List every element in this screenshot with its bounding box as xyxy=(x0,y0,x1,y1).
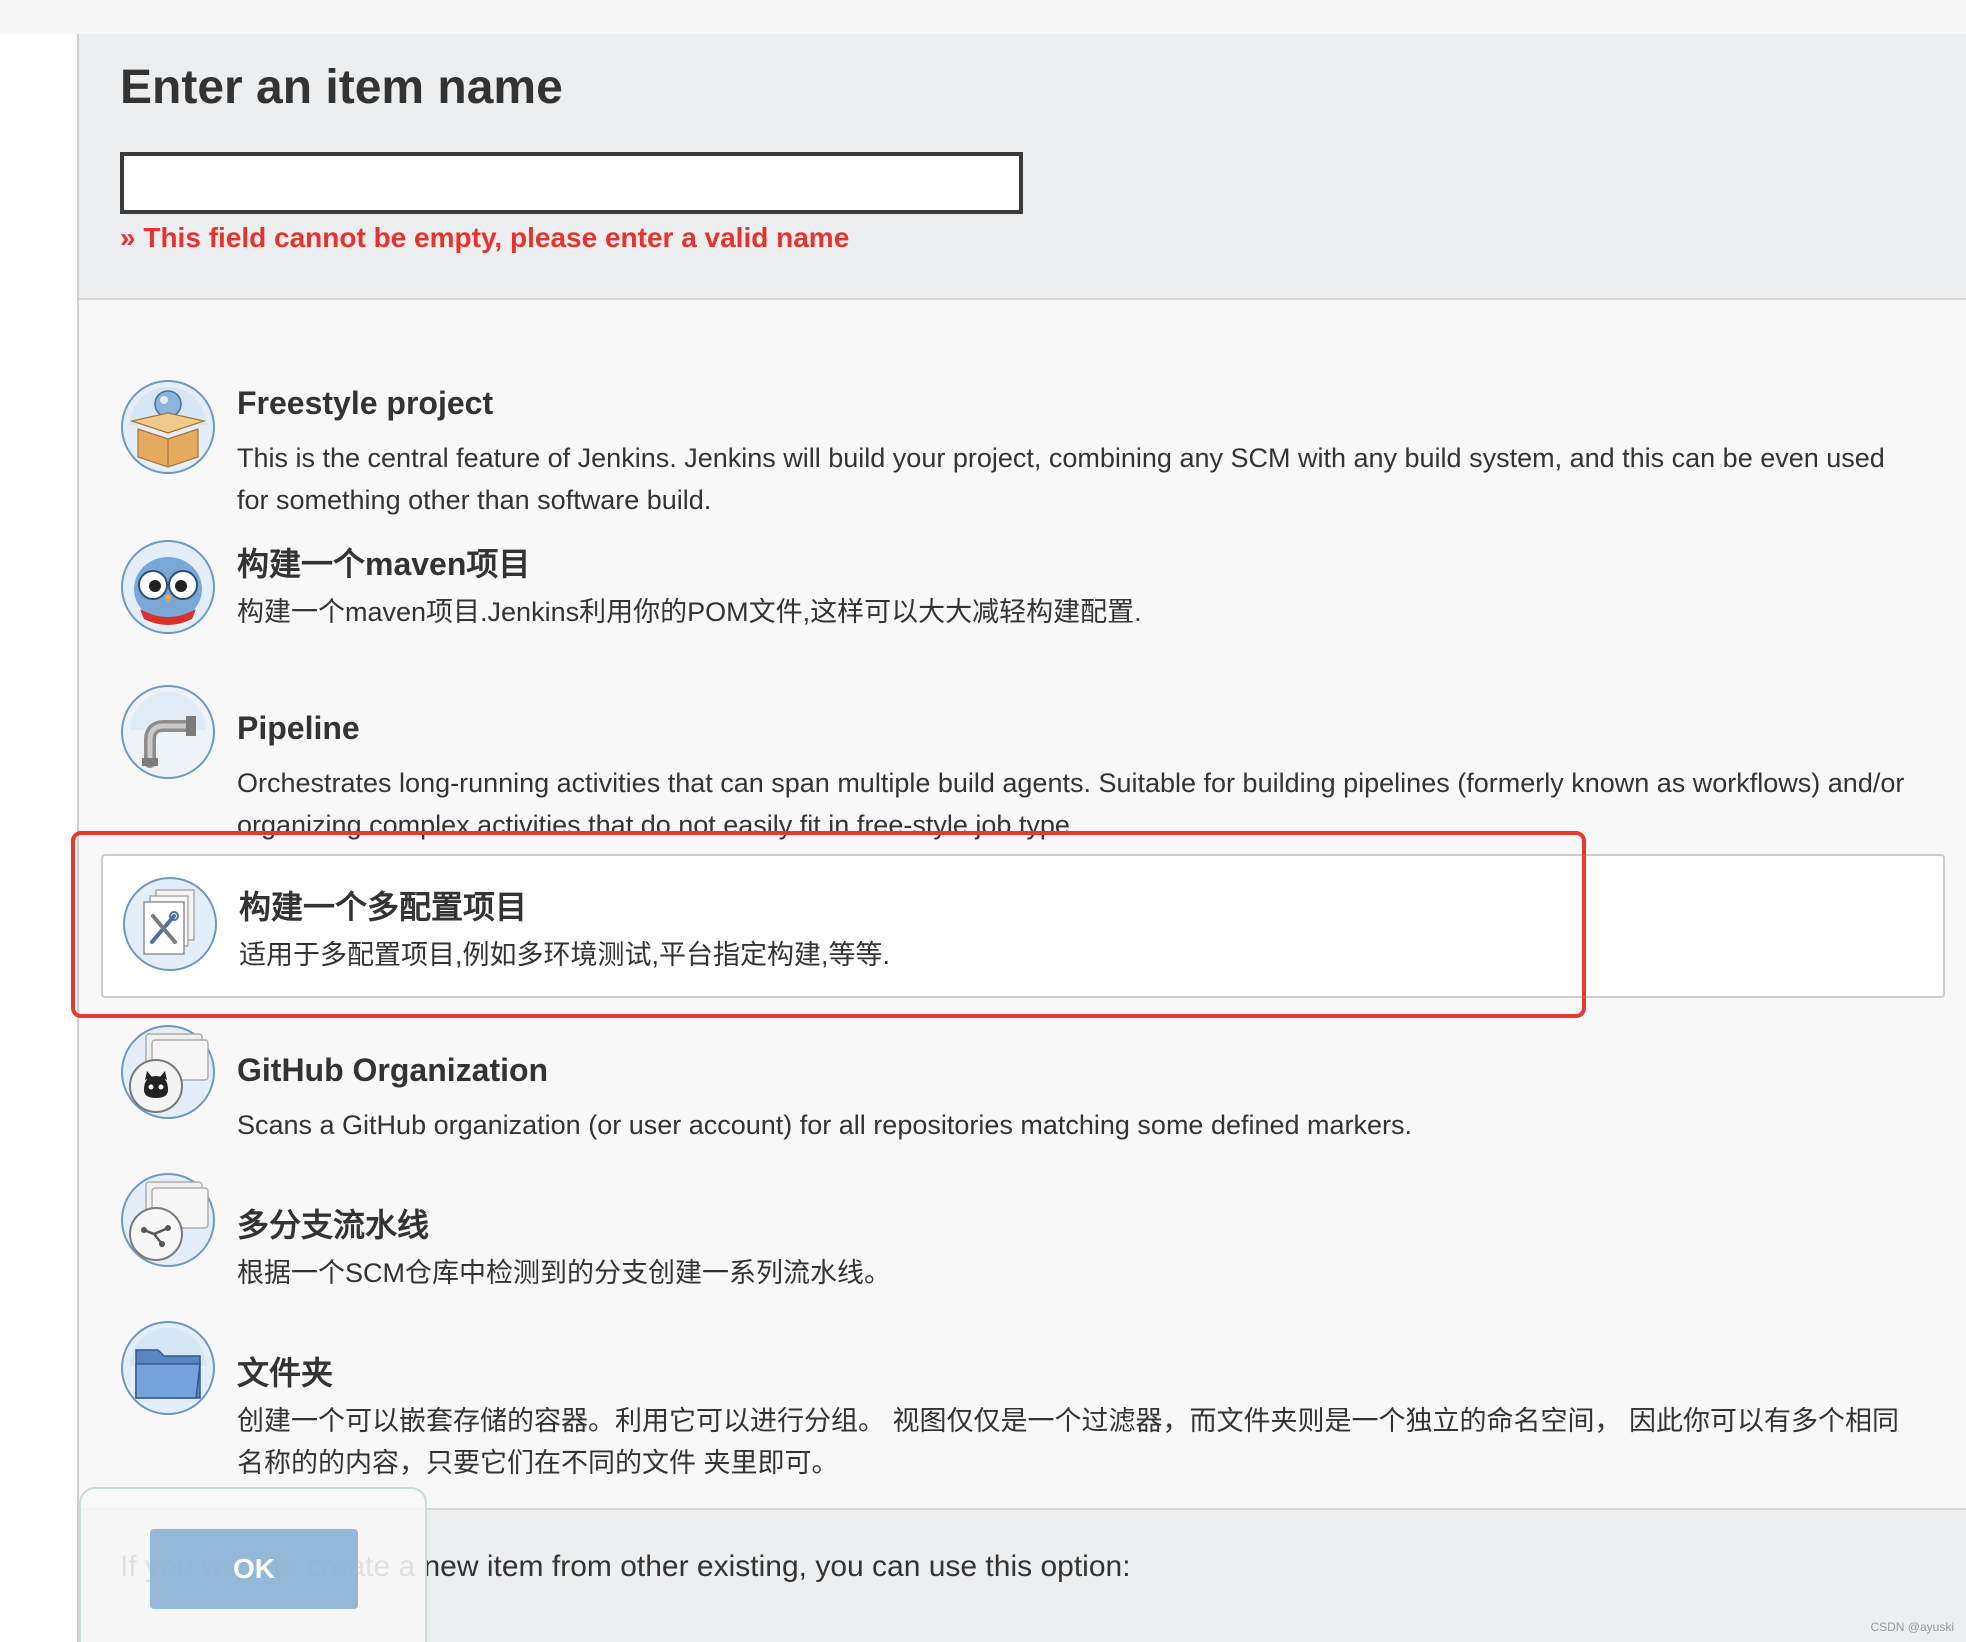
watermark: CSDN @ayuski xyxy=(1870,1620,1954,1634)
pipeline-pipe-icon xyxy=(120,684,216,780)
item-name-section: Enter an item name » This field cannot b… xyxy=(79,34,1966,300)
item-type-freestyle[interactable]: Freestyle project This is the central fe… xyxy=(101,345,1945,515)
item-description: 构建一个maven项目.Jenkins利用你的POM文件,这样可以大大减轻构建配… xyxy=(237,597,1142,627)
item-title: 构建一个多配置项目 xyxy=(239,889,528,925)
item-description: Scans a GitHub organization (or user acc… xyxy=(237,1110,1413,1140)
multibranch-pipeline-icon xyxy=(120,1172,216,1268)
multi-config-icon xyxy=(122,876,218,972)
item-description: 根据一个SCM仓库中检测到的分支创建一系列流水线。 xyxy=(237,1258,891,1288)
freestyle-box-icon xyxy=(120,379,216,475)
folder-icon xyxy=(120,1320,216,1416)
top-strip xyxy=(0,0,1966,34)
item-title: GitHub Organization xyxy=(237,1052,549,1088)
validation-error: » This field cannot be empty, please ent… xyxy=(120,222,850,253)
item-type-maven[interactable]: 构建一个maven项目 构建一个maven项目.Jenkins利用你的POM文件… xyxy=(101,529,1945,639)
item-type-multi-config[interactable]: 构建一个多配置项目 适用于多配置项目,例如多环境测试,平台指定构建,等等. xyxy=(101,854,1945,998)
page-title: Enter an item name xyxy=(120,61,563,114)
item-name-input[interactable] xyxy=(120,152,1023,214)
item-title: 多分支流水线 xyxy=(237,1207,430,1243)
item-title: 构建一个maven项目 xyxy=(237,546,531,582)
item-description: 创建一个可以嵌套存储的容器。利用它可以进行分组。 视图仅仅是一个过滤器，而文件夹… xyxy=(237,1406,1900,1478)
item-type-folder[interactable]: 文件夹 创建一个可以嵌套存储的容器。利用它可以进行分组。 视图仅仅是一个过滤器，… xyxy=(101,1320,1945,1480)
item-type-multibranch-pipeline[interactable]: 多分支流水线 根据一个SCM仓库中检测到的分支创建一系列流水线。 xyxy=(101,1172,1945,1292)
item-description: Orchestrates long-running activities tha… xyxy=(237,768,1905,840)
item-type-github-organization[interactable]: GitHub Organization Scans a GitHub organ… xyxy=(101,1024,1945,1144)
github-organization-icon xyxy=(120,1024,216,1120)
item-description: 适用于多配置项目,例如多环境测试,平台指定构建,等等. xyxy=(239,940,891,970)
item-title: Pipeline xyxy=(237,710,360,746)
ok-button-panel: OK xyxy=(79,1487,427,1642)
ok-button[interactable]: OK xyxy=(150,1529,358,1609)
new-item-panel: Enter an item name » This field cannot b… xyxy=(77,34,1966,1642)
item-title: 文件夹 xyxy=(237,1355,334,1391)
item-title: Freestyle project xyxy=(237,385,494,421)
item-type-pipeline[interactable]: Pipeline Orchestrates long-running activ… xyxy=(101,684,1945,840)
maven-owl-icon xyxy=(120,539,216,635)
item-description: This is the central feature of Jenkins. … xyxy=(237,443,1885,515)
